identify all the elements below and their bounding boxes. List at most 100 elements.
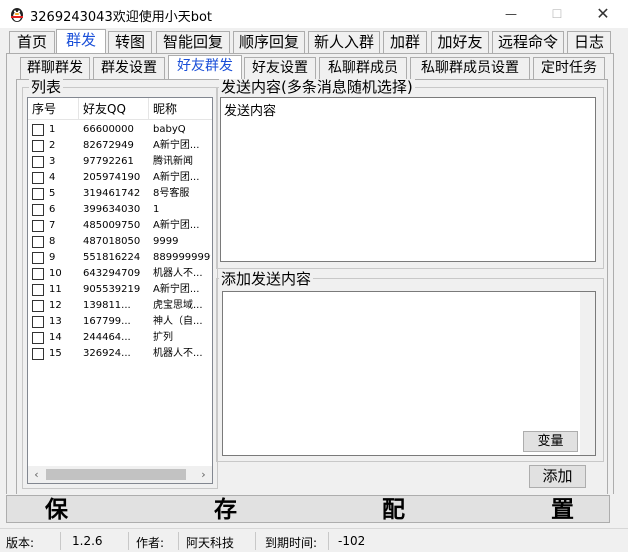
- tab-home[interactable]: 首页: [9, 31, 55, 53]
- tab-friend-settings[interactable]: 好友设置: [244, 57, 316, 79]
- send-content-box[interactable]: 发送内容: [220, 97, 596, 262]
- status-separator: [60, 532, 61, 550]
- row-index: 8: [49, 236, 56, 247]
- list-item[interactable]: 3 97792261 腾讯新闻: [28, 154, 212, 170]
- tab-add-friend[interactable]: 加好友: [431, 31, 489, 53]
- tab-group-chat-send[interactable]: 群聊群发: [20, 57, 90, 79]
- tab-sequential-reply[interactable]: 顺序回复: [233, 31, 305, 53]
- title-bar: 3269243043欢迎使用小天bot — ☐ ✕: [0, 0, 628, 28]
- tab-group-send-settings[interactable]: 群发设置: [93, 57, 165, 79]
- row-index: 5: [49, 188, 56, 199]
- maximize-button[interactable]: ☐: [534, 0, 580, 28]
- save-config-button[interactable]: 保 存 配 置: [6, 495, 610, 523]
- close-button[interactable]: ✕: [580, 0, 626, 28]
- tab-join-group[interactable]: 加群: [383, 31, 427, 53]
- row-nickname: A新宁团...: [153, 172, 200, 183]
- tab-smart-reply[interactable]: 智能回复: [156, 31, 230, 53]
- row-index: 15: [49, 348, 62, 359]
- add-button[interactable]: 添加: [529, 465, 586, 488]
- send-content-title: 发送内容(多条消息随机选择): [219, 78, 415, 96]
- save-char-2: 存: [214, 497, 237, 523]
- horizontal-scrollbar[interactable]: ‹ ›: [28, 466, 212, 483]
- tab-group-send[interactable]: 群发: [56, 29, 106, 53]
- tab-private-member-settings[interactable]: 私聊群成员设置: [410, 57, 530, 79]
- list-item[interactable]: 15 326924... 机器人不...: [28, 346, 212, 362]
- list-item[interactable]: 4 205974190 A新宁团...: [28, 170, 212, 186]
- row-nickname: 腾讯新闻: [153, 156, 193, 167]
- row-index: 1: [49, 124, 56, 135]
- list-item[interactable]: 7 485009750 A新宁团...: [28, 218, 212, 234]
- list-item[interactable]: 2 82672949 A新宁团...: [28, 138, 212, 154]
- sub-panel-right-edge: [607, 79, 608, 494]
- row-qq: 487018050: [83, 236, 141, 247]
- version-label: 版本:: [6, 536, 35, 550]
- tab-image-convert[interactable]: 转图: [108, 31, 152, 53]
- row-checkbox[interactable]: [32, 284, 44, 296]
- row-checkbox[interactable]: [32, 268, 44, 280]
- row-nickname: 扩列: [153, 332, 173, 343]
- row-checkbox[interactable]: [32, 316, 44, 328]
- tab-log[interactable]: 日志: [567, 31, 611, 53]
- tab-new-member[interactable]: 新人入群: [308, 31, 380, 53]
- row-index: 13: [49, 316, 62, 327]
- row-checkbox[interactable]: [32, 140, 44, 152]
- row-nickname: A新宁团...: [153, 220, 200, 231]
- list-item[interactable]: 11 905539219 A新宁团...: [28, 282, 212, 298]
- row-checkbox[interactable]: [32, 332, 44, 344]
- column-header-qq[interactable]: 好友QQ: [79, 98, 149, 120]
- row-nickname: 8号客服: [153, 188, 190, 199]
- column-header-index[interactable]: 序号: [28, 98, 79, 120]
- main-tab-divider: [6, 53, 614, 54]
- row-checkbox[interactable]: [32, 348, 44, 360]
- list-item[interactable]: 1 66600000 babyQ: [28, 122, 212, 138]
- tab-private-member[interactable]: 私聊群成员: [319, 57, 407, 79]
- list-item[interactable]: 9 551816224 8899999999: [28, 250, 212, 266]
- list-item[interactable]: 13 167799... 神人（自...: [28, 314, 212, 330]
- row-nickname: 机器人不...: [153, 268, 203, 279]
- variable-button[interactable]: 变量: [523, 431, 578, 452]
- row-index: 10: [49, 268, 62, 279]
- row-nickname: 虎宝思域...: [153, 300, 203, 311]
- row-index: 7: [49, 220, 56, 231]
- column-header-nickname[interactable]: 昵称: [149, 98, 212, 120]
- main-panel-left-edge: [6, 53, 7, 494]
- row-checkbox[interactable]: [32, 300, 44, 312]
- window-title: 3269243043欢迎使用小天bot: [30, 10, 213, 25]
- row-checkbox[interactable]: [32, 188, 44, 200]
- row-index: 12: [49, 300, 62, 311]
- list-item[interactable]: 6 399634030 1: [28, 202, 212, 218]
- scroll-left-arrow-icon[interactable]: ‹: [28, 466, 45, 483]
- list-item[interactable]: 10 643294709 机器人不...: [28, 266, 212, 282]
- row-checkbox[interactable]: [32, 236, 44, 248]
- tab-remote-command[interactable]: 远程命令: [492, 31, 564, 53]
- list-item[interactable]: 8 487018050 9999: [28, 234, 212, 250]
- friend-list[interactable]: 序号 好友QQ 昵称 1 66600000 babyQ 2 82672949 A新宁团..…: [27, 97, 213, 484]
- row-checkbox[interactable]: [32, 204, 44, 216]
- row-qq: 326924...: [83, 348, 131, 359]
- main-panel-right-edge: [613, 53, 614, 494]
- row-index: 2: [49, 140, 56, 151]
- row-qq: 66600000: [83, 124, 134, 135]
- row-checkbox[interactable]: [32, 220, 44, 232]
- row-qq: 244464...: [83, 332, 131, 343]
- row-checkbox[interactable]: [32, 156, 44, 168]
- list-item[interactable]: 5 319461742 8号客服: [28, 186, 212, 202]
- row-index: 14: [49, 332, 62, 343]
- tab-scheduled-task[interactable]: 定时任务: [533, 57, 605, 79]
- row-checkbox[interactable]: [32, 172, 44, 184]
- scroll-right-arrow-icon[interactable]: ›: [195, 466, 212, 483]
- expire-value: -102: [338, 534, 366, 548]
- tab-friend-send[interactable]: 好友群发: [168, 55, 242, 79]
- row-qq: 319461742: [83, 188, 141, 199]
- scroll-thumb[interactable]: [46, 469, 186, 480]
- row-qq: 399634030: [83, 204, 141, 215]
- row-checkbox[interactable]: [32, 124, 44, 136]
- row-index: 6: [49, 204, 56, 215]
- add-content-scrollbar[interactable]: [580, 292, 595, 455]
- status-separator: [178, 532, 179, 550]
- list-item[interactable]: 12 139811... 虎宝思域...: [28, 298, 212, 314]
- row-nickname: 机器人不...: [153, 348, 203, 359]
- minimize-button[interactable]: —: [488, 0, 534, 28]
- list-item[interactable]: 14 244464... 扩列: [28, 330, 212, 346]
- row-checkbox[interactable]: [32, 252, 44, 264]
